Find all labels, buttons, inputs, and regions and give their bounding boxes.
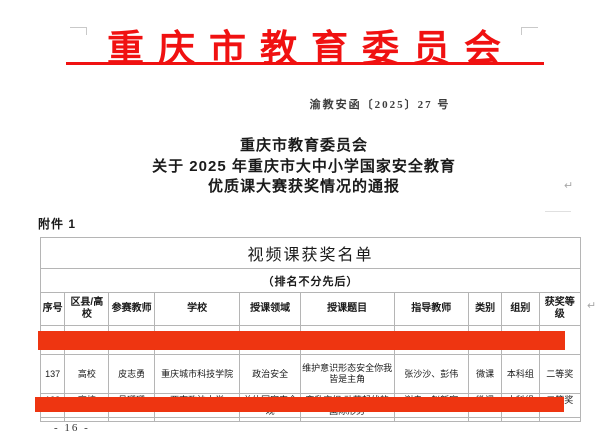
cell-teacher: 皮志勇 [109,355,154,394]
table-header-row: 序号 区县/高校 参赛教师 学校 授课领域 授课题目 指导教师 类别 组别 获奖… [41,293,581,326]
cell-group: 高校 [65,355,109,394]
notice-title-line1: 重庆市教育委员会 [0,136,608,157]
letterhead-rule [66,62,544,65]
cell-division: 本科组 [502,355,539,394]
attachment-label: 附件 1 [38,215,76,232]
table-title-row: 视频课获奖名单 [41,238,581,269]
cell-advisors: 张沙沙、彭伟 [394,355,469,394]
col-award: 获奖等级 [539,293,580,326]
col-teacher: 参赛教师 [109,293,154,326]
col-division: 组别 [502,293,539,326]
table-subtitle: （排名不分先后） [41,269,581,293]
page-break-dash-icon [545,211,571,212]
document-number: 渝教安函〔2025〕27 号 [295,96,465,112]
document-page: 重庆市教育委员会 渝教安函〔2025〕27 号 重庆市教育委员会 关于 2025… [0,0,608,445]
redaction-bar [38,331,565,350]
col-topic: 授课题目 [300,293,394,326]
cell-field: 政治安全 [240,355,300,394]
notice-title: 重庆市教育委员会 关于 2025 年重庆市大中小学国家安全教育 优质课大赛获奖情… [0,136,608,198]
col-advisors: 指导教师 [394,293,469,326]
paragraph-return-icon: ↵ [564,181,573,192]
cell-award: 二等奖 [539,355,580,394]
awards-table: 视频课获奖名单 （排名不分先后） 序号 区县/高校 参赛教师 学校 授课领域 授… [40,237,581,422]
table-title: 视频课获奖名单 [41,238,581,269]
cell-category: 微课 [469,355,502,394]
table-row: 137 高校 皮志勇 重庆城市科技学院 政治安全 维护意识形态安全你我皆是主角 … [41,355,581,394]
col-group: 区县/高校 [65,293,109,326]
cell-topic: 维护意识形态安全你我皆是主角 [300,355,394,394]
cell-seq: 137 [41,355,65,394]
paragraph-return-icon: ↵ [587,301,596,312]
notice-title-line2: 关于 2025 年重庆市大中小学国家安全教育 [0,157,608,178]
table-subtitle-row: （排名不分先后） [41,269,581,293]
cell-school: 重庆城市科技学院 [154,355,240,394]
col-field: 授课领域 [240,293,300,326]
col-school: 学校 [154,293,240,326]
col-category: 类别 [469,293,502,326]
page-number: - 16 - [54,422,90,434]
redaction-bar [35,397,564,412]
col-seq: 序号 [41,293,65,326]
notice-title-line3: 优质课大赛获奖情况的通报 [0,177,608,198]
table-row-sliver [41,418,581,422]
